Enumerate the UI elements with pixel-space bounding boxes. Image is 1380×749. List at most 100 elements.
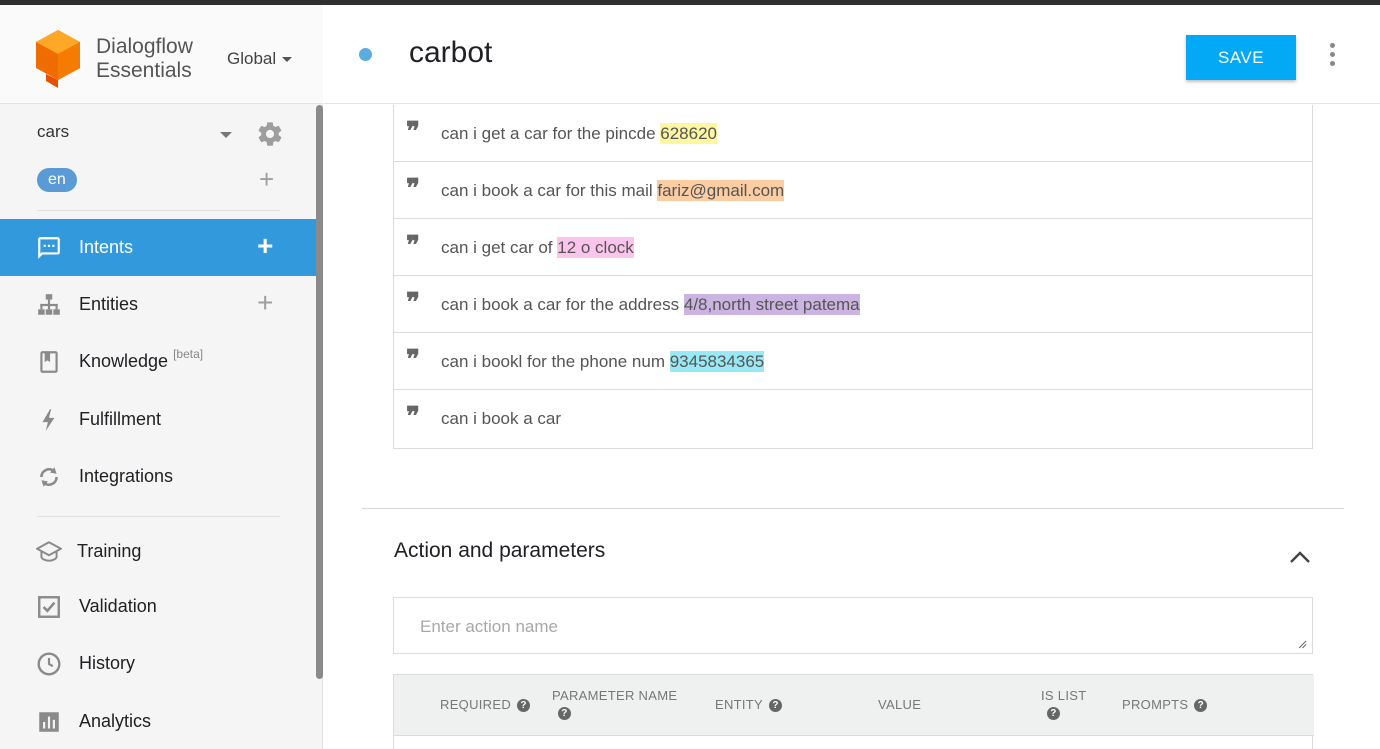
help-icon[interactable]: ? [558,707,571,721]
training-phrase[interactable]: ❞ can i get car of 12 o clock [394,219,1312,276]
entity-annotation[interactable]: fariz@gmail.com [657,180,785,201]
language-badge[interactable]: en [37,168,77,192]
quote-icon: ❞ [406,288,420,318]
save-button[interactable]: SAVE [1186,35,1296,80]
resize-handle-icon[interactable] [1297,639,1307,649]
column-value: VALUE [878,697,921,712]
quote-icon: ❞ [406,345,420,375]
phrase-plain: can i get a car for the pincde [441,124,661,143]
help-icon[interactable]: ? [1047,707,1060,721]
sidebar-item-label: Entities [79,294,139,314]
quote-icon: ❞ [406,174,420,204]
add-language-button[interactable]: + [259,166,274,192]
column-parameter-name: PARAMETER NAME? [552,688,677,721]
training-phrase[interactable]: ❞ can i book a car for the address 4/8,n… [394,276,1312,333]
entity-annotation[interactable]: 12 o clock [557,237,634,258]
sidebar-item-knowledge[interactable]: Knowledge [beta] [0,333,317,390]
training-phrases-list: ❞ can i get a car for the pincde 628620 … [393,105,1313,449]
divider [37,516,280,517]
phrase-text[interactable]: can i get a car for the pincde 628620 [441,123,717,144]
sidebar: Dialogflow Essentials Global cars en + I… [0,5,323,749]
quote-icon: ❞ [406,402,420,432]
language-row: en + [37,166,287,194]
training-phrase[interactable]: ❞ can i book a car for this mail fariz@g… [394,162,1312,219]
entity-annotation[interactable]: 9345834365 [669,351,765,372]
sidebar-item-label: Intents [79,237,134,257]
phrase-text[interactable]: can i get car of 12 o clock [441,237,634,258]
sidebar-item-label: Knowledge [beta] [79,347,203,372]
add-intent-button[interactable]: + [257,232,273,260]
phrase-text[interactable]: can i book a car for this mail fariz@gma… [441,180,785,201]
history-icon [37,652,61,676]
help-icon[interactable]: ? [769,699,783,713]
phrase-text[interactable]: can i book a car for the address 4/8,nor… [441,294,860,315]
phrase-text[interactable]: can i book a car [441,409,561,429]
training-phrase[interactable]: ❞ can i bookl for the phone num 93458343… [394,333,1312,390]
analytics-icon [39,712,59,732]
sidebar-item-label: Integrations [79,466,174,486]
sidebar-item-training[interactable]: Training [0,523,317,580]
quote-icon: ❞ [406,231,420,261]
more-options-icon[interactable] [1327,43,1337,69]
phrase-plain: can i book a car [441,409,562,428]
agent-selector[interactable]: cars [37,122,287,148]
column-label: VALUE [878,697,922,712]
column-prompts: PROMPTS? [1122,697,1208,713]
dialogflow-logo-icon[interactable] [34,30,82,88]
help-icon[interactable]: ? [517,699,531,713]
training-phrase[interactable]: ❞ can i get a car for the pincde 628620 [394,105,1312,162]
sidebar-item-label: Fulfillment [79,409,162,429]
training-icon [36,541,62,562]
fulfillment-icon [42,409,55,431]
parameters-table-body [394,736,1312,749]
help-icon[interactable]: ? [1194,699,1208,713]
intent-header: carbot SAVE [324,5,1380,104]
add-entity-button[interactable]: + [257,289,273,317]
phrase-plain: can i book a car for the address [441,295,684,314]
sidebar-item-analytics[interactable]: Analytics [0,693,317,749]
action-section-title: Action and parameters [394,539,606,562]
chevron-down-icon[interactable] [220,132,232,138]
intents-icon [38,237,60,259]
intent-title[interactable]: carbot [409,36,492,70]
training-phrase[interactable]: ❞ can i book a car [394,390,1312,448]
column-is-list: IS LIST? [1041,688,1087,721]
section-divider [362,508,1344,509]
sidebar-item-label: Validation [79,596,157,616]
sidebar-item-validation[interactable]: Validation [0,578,317,635]
phrase-plain: can i get car of [441,238,558,257]
phrase-plain: can i book a car for this mail [441,181,658,200]
quote-icon: ❞ [406,117,420,147]
entity-annotation[interactable]: 4/8,north street patema [683,294,860,315]
sidebar-item-fulfillment[interactable]: Fulfillment [0,391,317,448]
region-selector[interactable]: Global [227,49,293,69]
divider [37,210,280,211]
sidebar-item-history[interactable]: History [0,635,317,692]
agent-name: cars [37,122,70,141]
sidebar-item-entities[interactable]: Entities + [0,276,317,333]
brand-name-line2: Essentials [96,59,192,82]
beta-badge: [beta] [173,347,204,361]
sidebar-item-intents[interactable]: Intents + [0,219,317,276]
parameters-table: REQUIRED? PARAMETER NAME? ENTITY? VALUE … [393,674,1314,749]
gear-icon[interactable] [256,120,284,148]
knowledge-icon [40,351,58,373]
status-dot [359,48,372,61]
action-name-input[interactable] [393,597,1313,654]
sidebar-item-label: Analytics [79,711,152,731]
entity-annotation[interactable]: 628620 [660,123,717,144]
phrase-text[interactable]: can i bookl for the phone num 9345834365 [441,351,765,372]
sidebar-item-label: Training [77,541,142,561]
column-required: REQUIRED? [440,697,531,713]
sidebar-scrollbar[interactable] [316,105,323,679]
column-label: PROMPTS [1122,697,1189,712]
brand-name: Dialogflow Essentials [96,35,193,83]
knowledge-label: Knowledge [79,351,169,371]
phrase-plain: can i bookl for the phone num [441,352,670,371]
chevron-down-icon [282,57,293,63]
region-label: Global [227,49,277,68]
chevron-up-icon[interactable] [1289,549,1311,565]
column-label: IS LIST [1041,688,1087,703]
column-label: REQUIRED [440,697,512,712]
sidebar-item-integrations[interactable]: Integrations [0,448,317,505]
